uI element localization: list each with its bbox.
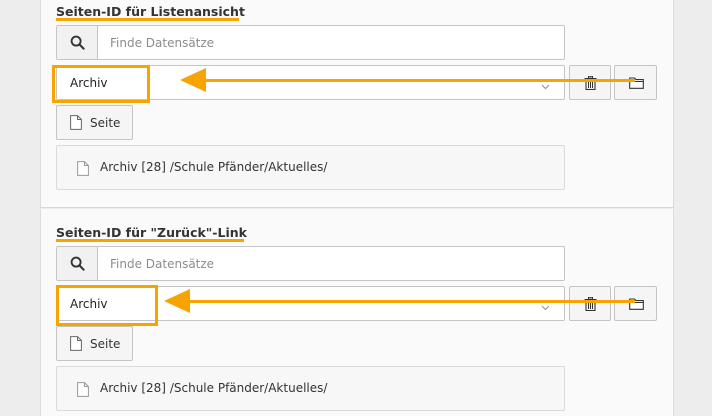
search-input-list-view[interactable]: Finde Datensätze	[56, 25, 565, 60]
record-text: Archiv [28] /Schule Pfänder/Aktuelles/	[100, 160, 327, 174]
record-title: Archiv	[100, 381, 138, 395]
selected-record-back-link: Archiv [28] /Schule Pfänder/Aktuelles/	[56, 366, 565, 411]
selected-record-list-view: Archiv [28] /Schule Pfänder/Aktuelles/	[56, 145, 565, 190]
page-button-back-link[interactable]: Seite	[56, 326, 133, 361]
search-icon	[57, 247, 98, 280]
browse-button-list-view[interactable]	[614, 65, 657, 100]
record-text: Archiv [28] /Schule Pfänder/Aktuelles/	[100, 381, 327, 395]
label-underline	[56, 239, 244, 242]
page-button-label: Seite	[90, 337, 121, 351]
record-id: [28]	[141, 381, 166, 395]
record-path: /Schule Pfänder/Aktuelles/	[169, 381, 328, 395]
record-title: Archiv	[100, 160, 138, 174]
search-input-back-link[interactable]: Finde Datensätze	[56, 246, 565, 281]
field-label-back-link: Seiten-ID für "Zurück"-Link	[56, 225, 247, 240]
page-button-label: Seite	[90, 116, 121, 130]
page-button-list-view[interactable]: Seite	[56, 105, 133, 140]
record-path: /Schule Pfänder/Aktuelles/	[169, 160, 328, 174]
field-label-list-view: Seiten-ID für Listenansicht	[56, 4, 245, 19]
record-id: [28]	[141, 160, 166, 174]
label-underline	[56, 18, 239, 21]
browse-button-back-link[interactable]	[614, 286, 657, 321]
arrow-head	[164, 289, 190, 313]
search-icon	[57, 26, 98, 59]
annotation-arrow	[200, 79, 635, 82]
page-icon	[77, 382, 89, 397]
highlight-box	[52, 65, 150, 103]
search-placeholder: Finde Datensätze	[110, 257, 215, 271]
page-icon	[70, 115, 82, 130]
page-icon	[77, 161, 89, 176]
page-icon	[70, 336, 82, 351]
delete-button-list-view[interactable]	[569, 65, 611, 100]
delete-button-back-link[interactable]	[569, 286, 611, 321]
annotation-arrow	[186, 300, 635, 303]
arrow-head	[180, 68, 206, 92]
highlight-box	[56, 285, 158, 326]
search-placeholder: Finde Datensätze	[110, 36, 215, 50]
